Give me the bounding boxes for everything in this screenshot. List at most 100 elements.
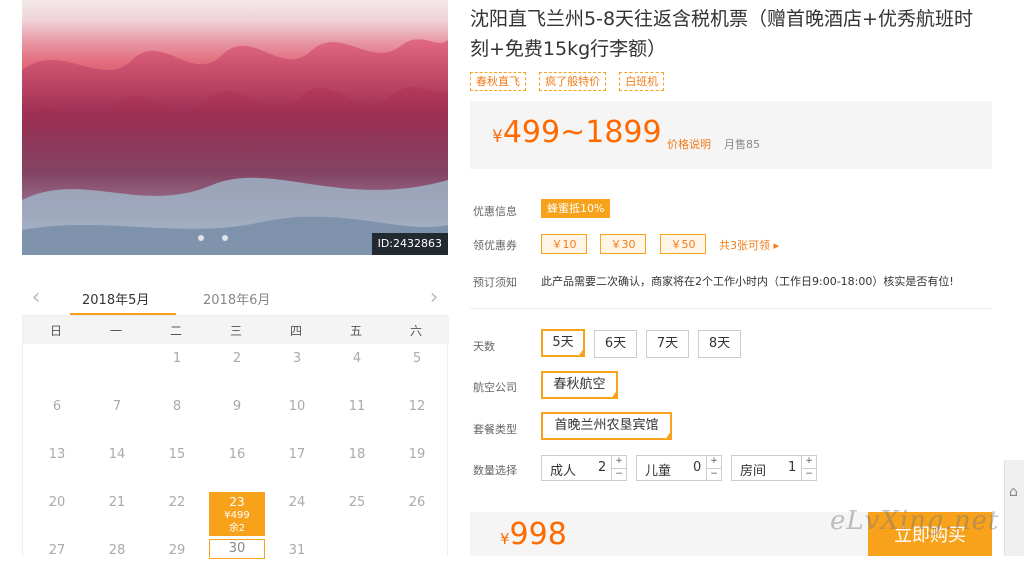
coupon-10[interactable]: ￥10 [541, 234, 587, 254]
child-minus-icon[interactable]: − [706, 468, 721, 481]
coupon-more-link[interactable]: 共3张可领 ▸ [719, 237, 779, 253]
calendar-day[interactable]: 7 [89, 398, 145, 442]
option-package-hotel[interactable]: 首晚兰州农垦宾馆 ✓ [541, 412, 672, 441]
weekday-thu: 四 [289, 324, 302, 338]
calendar-day[interactable]: 15 [149, 446, 205, 490]
adult-minus-icon[interactable]: − [611, 468, 626, 481]
section-divider [470, 308, 992, 309]
adult-plus-icon[interactable]: + [611, 456, 626, 468]
child-value[interactable]: 0 [693, 460, 701, 475]
option-package-label: 首晚兰州农垦宾馆 [554, 418, 659, 433]
calendar-day[interactable]: 21 [89, 494, 145, 538]
product-title: 沈阳直飞兰州5-8天往返含税机票（赠首晚酒店+优秀航班时刻+免费15kg行李额） [470, 8, 973, 60]
calendar-day[interactable]: 30 [209, 539, 265, 559]
calendar-day[interactable]: 3 [269, 350, 325, 394]
days-label: 天数 [473, 340, 495, 353]
weekday-sat: 六 [409, 324, 422, 338]
room-label: 房间 [740, 464, 767, 479]
price-explanation-link[interactable]: 价格说明 [667, 136, 711, 152]
child-plus-icon[interactable]: + [706, 456, 721, 468]
option-days-5-label: 5天 [552, 335, 574, 350]
calendar-day[interactable]: 5 [389, 350, 445, 394]
product-tags: 春秋直飞 疯了般特价 白班机 [470, 70, 672, 91]
adult-quantity-stepper[interactable]: 成人 2 + − [541, 455, 627, 481]
total-currency: ¥ [500, 530, 510, 548]
tab-month-june[interactable]: 2018年6月 [203, 289, 270, 308]
child-quantity-stepper[interactable]: 儿童 0 + − [636, 455, 722, 481]
calendar-day[interactable]: 16 [209, 446, 265, 490]
adult-label: 成人 [550, 464, 577, 479]
calendar-day[interactable]: 4 [329, 350, 385, 394]
tag-chunqiu-direct: 春秋直飞 [470, 72, 526, 91]
airline-label: 航空公司 [473, 381, 517, 394]
room-value[interactable]: 1 [788, 460, 796, 475]
calendar-day[interactable]: 17 [269, 446, 325, 490]
booking-notice: 此产品需要二次确认，商家将在2个工作小时内（工作日9:00-18:00）核实是否… [541, 275, 954, 288]
selected-day-price: ¥499 [224, 510, 250, 521]
monthly-sales: 月售85 [724, 138, 760, 151]
calendar-day[interactable]: 26 [389, 494, 445, 538]
calendar-day[interactable]: 13 [29, 446, 85, 490]
promo-label: 优惠信息 [473, 205, 517, 218]
tag-special-offer: 疯了般特价 [539, 72, 607, 91]
image-id-badge: ID:2432863 [371, 233, 448, 255]
calendar-day[interactable]: 18 [329, 446, 385, 490]
calendar-day[interactable]: 20 [29, 494, 85, 538]
option-days-6[interactable]: 6天 [594, 330, 637, 358]
option-airline-chunqiu[interactable]: 春秋航空 ✓ [541, 371, 618, 400]
total-price: ¥998 [500, 517, 567, 557]
weekday-wed: 三 [229, 324, 242, 338]
calendar-day[interactable]: 12 [389, 398, 445, 442]
check-icon: ✓ [577, 350, 583, 358]
check-icon: ✓ [610, 392, 616, 400]
side-float-tab[interactable]: ⌂ [1004, 460, 1024, 556]
calendar-day[interactable]: 31 [269, 542, 325, 586]
calendar-day[interactable]: 2 [209, 350, 265, 394]
selected-day-number: 23 [229, 495, 245, 509]
room-minus-icon[interactable]: − [801, 468, 816, 481]
calendar-day[interactable]: 14 [89, 446, 145, 490]
calendar-next-icon[interactable]: › [424, 287, 444, 311]
tab-month-may[interactable]: 2018年5月 [82, 289, 149, 308]
calendar-day[interactable]: 29 [149, 542, 205, 586]
carousel-dot-2[interactable] [222, 235, 228, 241]
calendar-day[interactable]: 28 [89, 542, 145, 586]
side-tab-icon: ⌂ [1009, 484, 1018, 500]
tag-day-flight: 白班机 [619, 72, 665, 91]
calendar-day-selected[interactable]: 23 ¥499 余2 [209, 492, 265, 536]
option-days-5[interactable]: 5天 ✓ [541, 329, 585, 358]
weekday-fri: 五 [349, 324, 362, 338]
product-photo[interactable]: ID:2432863 [22, 0, 448, 255]
adult-value[interactable]: 2 [598, 460, 606, 475]
selected-day-remain: 余2 [228, 523, 246, 534]
price-currency: ¥ [492, 127, 503, 147]
calendar-day[interactable]: 1 [149, 350, 205, 394]
option-days-8[interactable]: 8天 [698, 330, 741, 358]
calendar-day[interactable]: 24 [269, 494, 325, 538]
calendar-prev-icon[interactable]: ‹ [26, 287, 46, 311]
calendar-day[interactable]: 25 [329, 494, 385, 538]
check-icon: ✓ [664, 433, 670, 441]
price-range-value: 499~1899 [502, 115, 662, 150]
calendar-day[interactable]: 27 [29, 542, 85, 586]
carousel-dot-1[interactable] [198, 235, 204, 241]
site-watermark: eLvXing.net [830, 506, 1000, 536]
room-quantity-stepper[interactable]: 房间 1 + − [731, 455, 817, 481]
calendar-day[interactable]: 6 [29, 398, 85, 442]
price-panel: ¥499~1899 价格说明 月售85 [470, 101, 992, 169]
calendar-day[interactable]: 9 [209, 398, 265, 442]
weekday-mon: 一 [109, 324, 122, 338]
calendar-day[interactable]: 11 [329, 398, 385, 442]
coupon-30[interactable]: ￥30 [600, 234, 646, 254]
promo-badge: 蜂蜜抵10% [541, 199, 611, 218]
package-label: 套餐类型 [473, 423, 517, 436]
coupon-50[interactable]: ￥50 [660, 234, 706, 254]
room-plus-icon[interactable]: + [801, 456, 816, 468]
calendar-day[interactable]: 10 [269, 398, 325, 442]
calendar-day[interactable]: 19 [389, 446, 445, 490]
calendar-month-nav: ‹ 2018年5月 2018年6月 › [22, 283, 448, 316]
total-price-value: 998 [509, 517, 567, 552]
calendar-day[interactable]: 8 [149, 398, 205, 442]
calendar-day[interactable]: 22 [149, 494, 205, 538]
option-days-7[interactable]: 7天 [646, 330, 689, 358]
